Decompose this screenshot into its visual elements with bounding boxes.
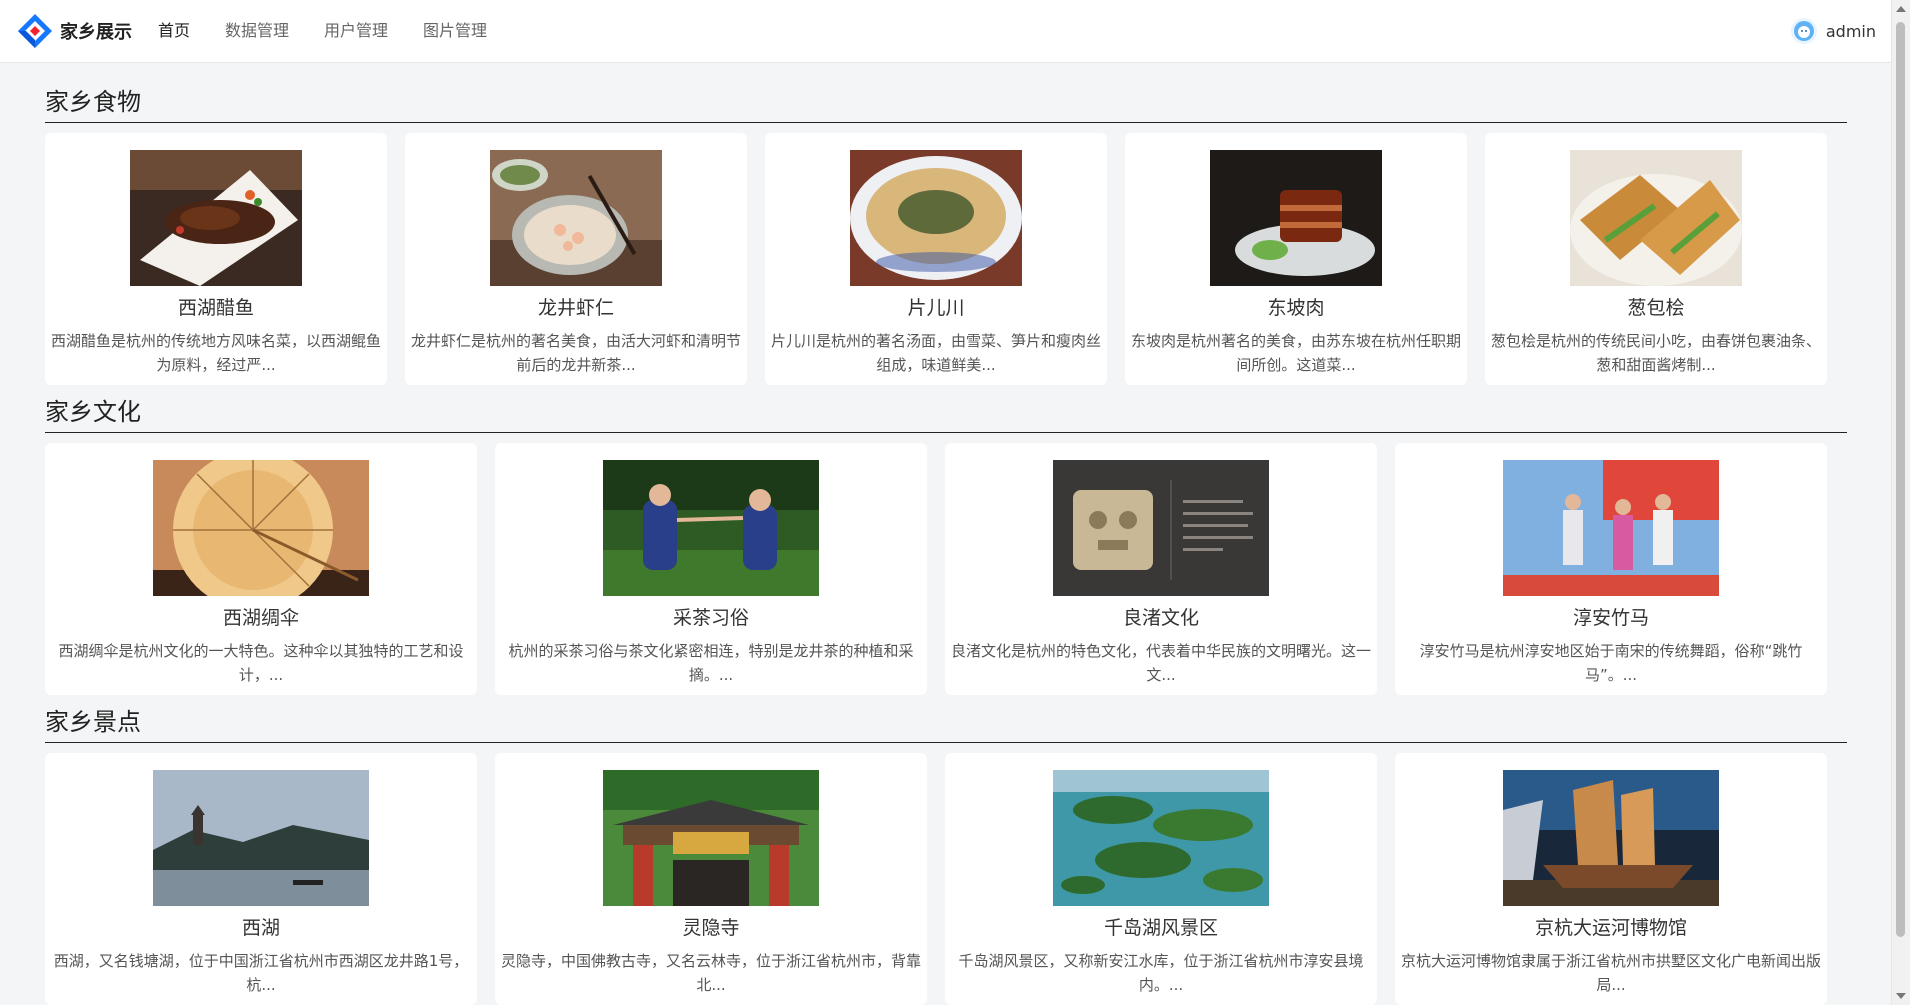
card-description: 西湖绸伞是杭州文化的一大特色。这种伞以其独特的工艺和设计，...	[58, 642, 464, 684]
card-list: 西湖醋鱼 西湖醋鱼是杭州的传统地方风味名菜，以西湖鲲鱼为原料，经过严... 龙井…	[45, 133, 1847, 385]
scroll-thumb[interactable]	[1896, 22, 1905, 937]
scenery-image	[1053, 770, 1269, 906]
nav-image-management[interactable]: 图片管理	[423, 0, 487, 62]
card-description: 良渚文化是杭州的特色文化，代表着中华民族的文明曙光。这一文...	[951, 642, 1372, 684]
nav-user-management[interactable]: 用户管理	[324, 0, 388, 62]
card-list: 西湖绸伞 西湖绸伞是杭州文化的一大特色。这种伞以其独特的工艺和设计，... 采茶…	[45, 443, 1847, 695]
culture-image	[153, 460, 369, 596]
card-description: 淳安竹马是杭州淳安地区始于南宋的传统舞蹈，俗称“跳竹马”。...	[1419, 642, 1803, 684]
food-image	[130, 150, 302, 286]
card-description: 千岛湖风景区，又称新安江水库，位于浙江省杭州市淳安县境内。...	[958, 952, 1364, 994]
section-divider	[45, 122, 1847, 123]
food-image	[1570, 150, 1742, 286]
top-navbar: 家乡展示 首页 数据管理 用户管理 图片管理 admin	[0, 0, 1892, 63]
user-menu[interactable]: admin	[1790, 0, 1876, 62]
card-description: 东坡肉是杭州著名的美食，由苏东坡在杭州任职期间所创。这道菜...	[1131, 332, 1462, 374]
section-title: 家乡文化	[45, 398, 141, 426]
card-description: 西湖，又名钱塘湖，位于中国浙江省杭州市西湖区龙井路1号，杭...	[53, 952, 469, 994]
card-title: 采茶习俗	[672, 607, 749, 629]
card-description: 片儿川是杭州的著名汤面，由雪菜、笋片和瘦肉丝组成，味道鲜美...	[771, 332, 1102, 374]
section-divider	[45, 432, 1847, 433]
card-title: 淳安竹马	[1572, 607, 1649, 629]
site-logo[interactable]: 家乡展示	[16, 12, 132, 50]
card-silk-umbrella[interactable]: 西湖绸伞 西湖绸伞是杭州文化的一大特色。这种伞以其独特的工艺和设计，...	[45, 443, 477, 695]
card-longjing-shrimp[interactable]: 龙井虾仁 龙井虾仁是杭州的著名美食，由活大河虾和清明节前后的龙井新茶...	[405, 133, 747, 385]
nav-home[interactable]: 首页	[158, 0, 190, 62]
card-lingyin-temple[interactable]: 灵隐寺 灵隐寺，中国佛教古寺，又名云林寺，位于浙江省杭州市，背靠北...	[495, 753, 927, 1005]
main-nav: 首页 数据管理 用户管理 图片管理	[158, 0, 522, 62]
scroll-down-icon[interactable]	[1896, 993, 1906, 999]
card-congbaohui[interactable]: 葱包桧 葱包桧是杭州的传统民间小吃，由春饼包裹油条、葱和甜面酱烤制...	[1485, 133, 1827, 385]
nav-data-management[interactable]: 数据管理	[225, 0, 289, 62]
card-title: 东坡肉	[1267, 297, 1325, 319]
card-xihu-vinegar-fish[interactable]: 西湖醋鱼 西湖醋鱼是杭州的传统地方风味名菜，以西湖鲲鱼为原料，经过严...	[45, 133, 387, 385]
card-dongpo-pork[interactable]: 东坡肉 东坡肉是杭州著名的美食，由苏东坡在杭州任职期间所创。这道菜...	[1125, 133, 1467, 385]
user-avatar-icon	[1793, 21, 1814, 41]
card-title: 片儿川	[907, 297, 965, 319]
logo-text: 家乡展示	[60, 22, 132, 43]
card-title: 葱包桧	[1627, 297, 1685, 319]
scenery-image	[603, 770, 819, 906]
food-image	[490, 150, 662, 286]
card-title: 西湖绸伞	[222, 607, 299, 629]
username: admin	[1825, 21, 1876, 41]
card-title: 良渚文化	[1122, 607, 1199, 629]
scenery-image	[1503, 770, 1719, 906]
card-title: 灵隐寺	[682, 917, 740, 939]
card-description: 灵隐寺，中国佛教古寺，又名云林寺，位于浙江省杭州市，背靠北...	[501, 952, 922, 994]
logo-icon	[18, 14, 52, 48]
section-title: 家乡景点	[45, 708, 141, 736]
food-image	[1210, 150, 1382, 286]
scroll-up-icon[interactable]	[1896, 6, 1906, 12]
card-description: 葱包桧是杭州的传统民间小吃，由春饼包裹油条、葱和甜面酱烤制...	[1491, 332, 1822, 374]
card-description: 龙井虾仁是杭州的著名美食，由活大河虾和清明节前后的龙井新茶...	[411, 332, 742, 374]
card-pianerchuan[interactable]: 片儿川 片儿川是杭州的著名汤面，由雪菜、笋片和瘦肉丝组成，味道鲜美...	[765, 133, 1107, 385]
card-description: 西湖醋鱼是杭州的传统地方风味名菜，以西湖鲲鱼为原料，经过严...	[51, 332, 382, 374]
culture-image	[1053, 460, 1269, 596]
avatar	[1790, 18, 1817, 44]
card-west-lake[interactable]: 西湖 西湖，又名钱塘湖，位于中国浙江省杭州市西湖区龙井路1号，杭...	[45, 753, 477, 1005]
card-description: 京杭大运河博物馆隶属于浙江省杭州市拱墅区文化广电新闻出版局...	[1401, 952, 1822, 994]
card-qiandao-lake[interactable]: 千岛湖风景区 千岛湖风景区，又称新安江水库，位于浙江省杭州市淳安县境内。...	[945, 753, 1377, 1005]
culture-image	[603, 460, 819, 596]
card-title: 龙井虾仁	[537, 297, 614, 319]
scenery-image	[153, 770, 369, 906]
card-title: 西湖	[241, 917, 280, 939]
card-grand-canal-museum[interactable]: 京杭大运河博物馆 京杭大运河博物馆隶属于浙江省杭州市拱墅区文化广电新闻出版局..…	[1395, 753, 1827, 1005]
section-title: 家乡食物	[45, 88, 141, 116]
card-description: 杭州的采茶习俗与茶文化紧密相连，特别是龙井茶的种植和采摘。...	[508, 642, 914, 684]
card-chunan-bamboo-horse[interactable]: 淳安竹马 淳安竹马是杭州淳安地区始于南宋的传统舞蹈，俗称“跳竹马”。...	[1395, 443, 1827, 695]
card-title: 西湖醋鱼	[177, 297, 254, 319]
food-image	[850, 150, 1022, 286]
section-divider	[45, 742, 1847, 743]
card-title: 千岛湖风景区	[1103, 917, 1218, 939]
card-tea-picking[interactable]: 采茶习俗 杭州的采茶习俗与茶文化紧密相连，特别是龙井茶的种植和采摘。...	[495, 443, 927, 695]
vertical-scrollbar[interactable]	[1891, 0, 1910, 1005]
card-liangzhu-culture[interactable]: 良渚文化 良渚文化是杭州的特色文化，代表着中华民族的文明曙光。这一文...	[945, 443, 1377, 695]
culture-image	[1503, 460, 1719, 596]
card-list: 西湖 西湖，又名钱塘湖，位于中国浙江省杭州市西湖区龙井路1号，杭... 灵隐寺 …	[45, 753, 1847, 1005]
card-title: 京杭大运河博物馆	[1534, 917, 1687, 939]
